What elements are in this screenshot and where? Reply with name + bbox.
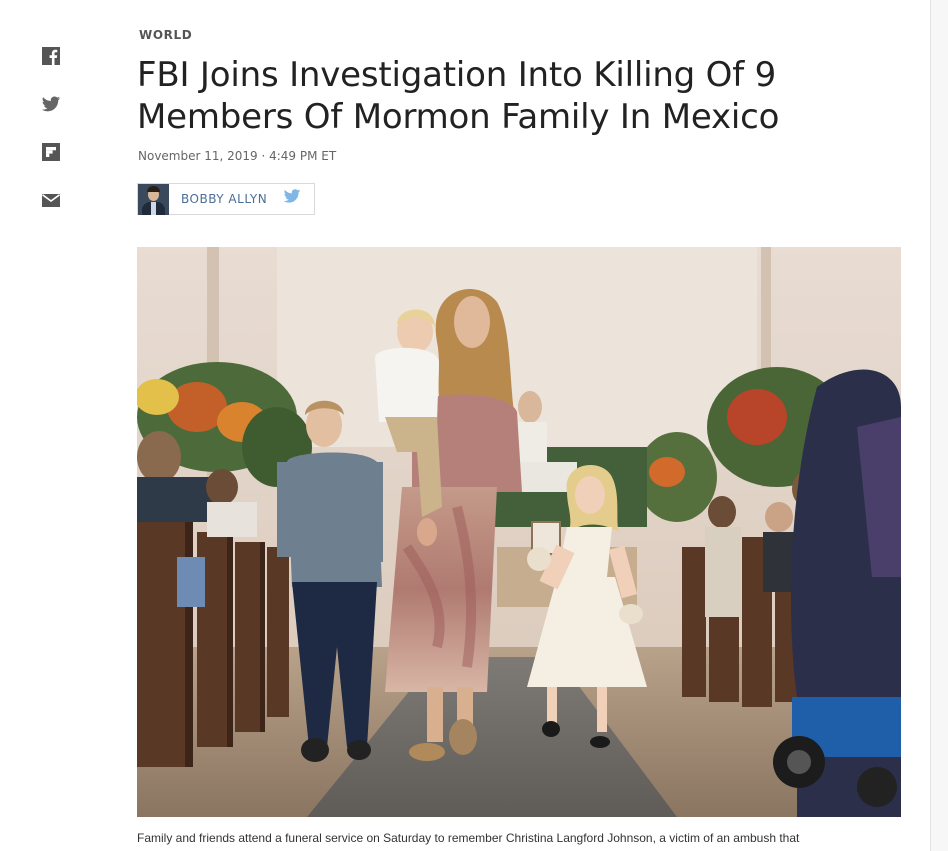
article-headline: FBI Joins Investigation Into Killing Of … (137, 55, 780, 137)
author-avatar[interactable] (138, 183, 169, 215)
page-scrollbar[interactable] (930, 0, 948, 851)
section-label[interactable]: WORLD (139, 28, 192, 42)
share-tools (41, 46, 63, 238)
twitter-icon[interactable] (41, 94, 63, 116)
author-name-link[interactable]: BOBBY ALLYN (181, 192, 267, 206)
email-icon[interactable] (41, 190, 63, 212)
lead-photo[interactable] (137, 247, 901, 817)
author-twitter-icon[interactable] (283, 189, 301, 209)
facebook-icon[interactable] (41, 46, 63, 68)
byline: BOBBY ALLYN (137, 183, 315, 215)
flipboard-icon[interactable] (41, 142, 63, 164)
photo-caption: Family and friends attend a funeral serv… (137, 831, 800, 845)
article-dateline: November 11, 2019 · 4:49 PM ET (138, 149, 337, 163)
